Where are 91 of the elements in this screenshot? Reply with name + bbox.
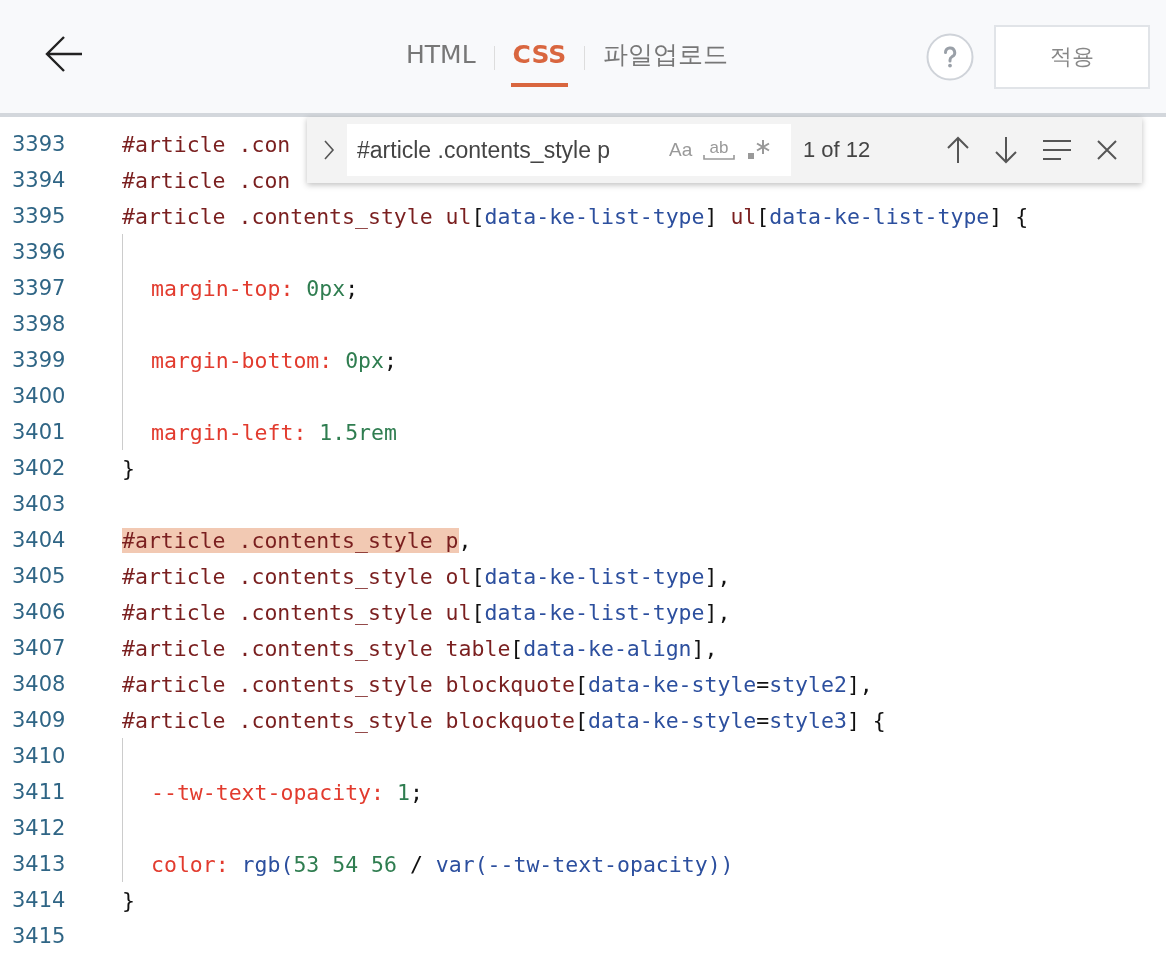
- code-punctuation: /: [408, 851, 424, 877]
- code-function: rgb(: [240, 851, 294, 877]
- line-number: 3414: [11, 888, 67, 912]
- code-punctuation: }: [122, 887, 135, 913]
- code-attribute: data-ke-style: [588, 707, 757, 733]
- code-property: margin-bottom:: [151, 347, 333, 373]
- line-number: 3408: [11, 672, 67, 696]
- code-attribute: style2: [769, 671, 847, 697]
- code-property: margin-left:: [151, 419, 307, 445]
- code-attribute: data-ke-list-type: [769, 203, 990, 229]
- search-match-highlight: #article .contents_style p: [122, 527, 459, 553]
- line-number: 3400: [11, 384, 67, 408]
- code-selector: #article .contents_style blockquote: [122, 707, 576, 733]
- line-number: 3398: [11, 312, 67, 336]
- code-punctuation: [: [756, 203, 770, 229]
- code-punctuation: [: [575, 671, 588, 697]
- code-value: 1.5rem: [318, 419, 397, 445]
- code-punctuation: ;: [384, 347, 397, 373]
- code-punctuation: }: [122, 455, 135, 481]
- code-punctuation: [: [471, 203, 485, 229]
- code-punctuation: [: [471, 599, 485, 625]
- line-number: 3393: [11, 132, 67, 156]
- expand-chevron-icon[interactable]: [323, 139, 335, 161]
- line-number: 3405: [11, 564, 67, 588]
- arrow-up-icon[interactable]: [946, 136, 970, 164]
- help-icon[interactable]: [926, 32, 974, 81]
- line-number: 3407: [11, 636, 67, 660]
- line-number: 3394: [11, 168, 67, 192]
- code-punctuation: ],: [704, 563, 731, 589]
- code-selector: #article .contents_style ul: [122, 203, 472, 229]
- code-attribute: style3: [769, 707, 847, 733]
- code-value: 0px: [344, 347, 384, 373]
- code-property: color:: [151, 851, 229, 877]
- code-attribute: data-ke-list-type: [484, 203, 705, 229]
- code-value: 0px: [305, 275, 346, 301]
- code-punctuation: =: [756, 671, 770, 697]
- code-punctuation: ] {: [846, 707, 886, 733]
- code-selector: #article .contents_style blockquote: [122, 671, 576, 697]
- code-punctuation: =: [756, 707, 770, 733]
- code-punctuation: [: [575, 707, 588, 733]
- code-attribute: data-ke-list-type: [484, 599, 705, 625]
- code-punctuation: ],: [691, 635, 718, 661]
- line-number: 3395: [11, 204, 67, 228]
- close-icon[interactable]: [1096, 139, 1118, 161]
- code-selector: #article .contents_style table: [122, 635, 511, 661]
- code-punctuation: ],: [704, 599, 731, 625]
- match-count: 1 of 12: [803, 137, 871, 163]
- line-number: 3402: [11, 456, 67, 480]
- code-punctuation: ] {: [989, 203, 1029, 229]
- code-punctuation: [: [510, 635, 524, 661]
- code-selector: #article .con: [122, 131, 291, 157]
- line-number: 3396: [11, 240, 67, 264]
- code-selector: #article .contents_style ul: [122, 599, 472, 625]
- line-number: 3411: [11, 780, 67, 804]
- line-number: 3406: [11, 600, 67, 624]
- code-punctuation: ,: [458, 527, 472, 553]
- line-number: 3413: [11, 852, 67, 876]
- line-number: 3399: [11, 348, 67, 372]
- code-property: margin-top:: [151, 275, 294, 301]
- code-attribute: data-ke-style: [588, 671, 757, 697]
- code-attribute: data-ke-list-type: [484, 563, 705, 589]
- code-selector: ul: [730, 203, 757, 229]
- code-value: 1: [395, 779, 410, 805]
- code-punctuation: ]: [704, 203, 719, 229]
- code-punctuation: ;: [409, 779, 423, 805]
- back-arrow-icon[interactable]: [44, 33, 84, 74]
- code-punctuation: [: [471, 563, 485, 589]
- code-function: var(--tw-text-opacity)): [435, 851, 734, 877]
- code-attribute: data-ke-align: [523, 635, 692, 661]
- editor-tab[interactable]: CSS: [510, 28, 569, 87]
- search-field[interactable]: #article .contents_style p Aa ab: [347, 124, 791, 176]
- editor-tab[interactable]: HTML: [404, 28, 478, 87]
- code-selector: #article .contents_style ol: [122, 563, 472, 589]
- line-number: 3410: [11, 744, 67, 768]
- line-number: 3401: [11, 420, 67, 444]
- find-in-selection-icon[interactable]: [1042, 139, 1072, 161]
- arrow-down-icon[interactable]: [994, 136, 1018, 164]
- line-number: 3415: [11, 924, 67, 948]
- line-number: 3397: [11, 276, 67, 300]
- line-number: 3403: [11, 492, 67, 516]
- code-selector: #article .con: [122, 167, 291, 193]
- line-number: 3409: [11, 708, 67, 732]
- apply-button[interactable]: 적용: [994, 24, 1150, 89]
- line-number: 3404: [11, 528, 67, 552]
- code-value: 53 54 56: [293, 851, 397, 877]
- line-number: 3412: [11, 816, 67, 840]
- code-punctuation: ],: [846, 671, 873, 697]
- code-punctuation: ;: [345, 275, 359, 301]
- code-property: --tw-text-opacity:: [151, 779, 384, 805]
- match-case-toggle[interactable]: Aa: [669, 139, 693, 161]
- editor-tab[interactable]: 파일업로드: [601, 26, 731, 89]
